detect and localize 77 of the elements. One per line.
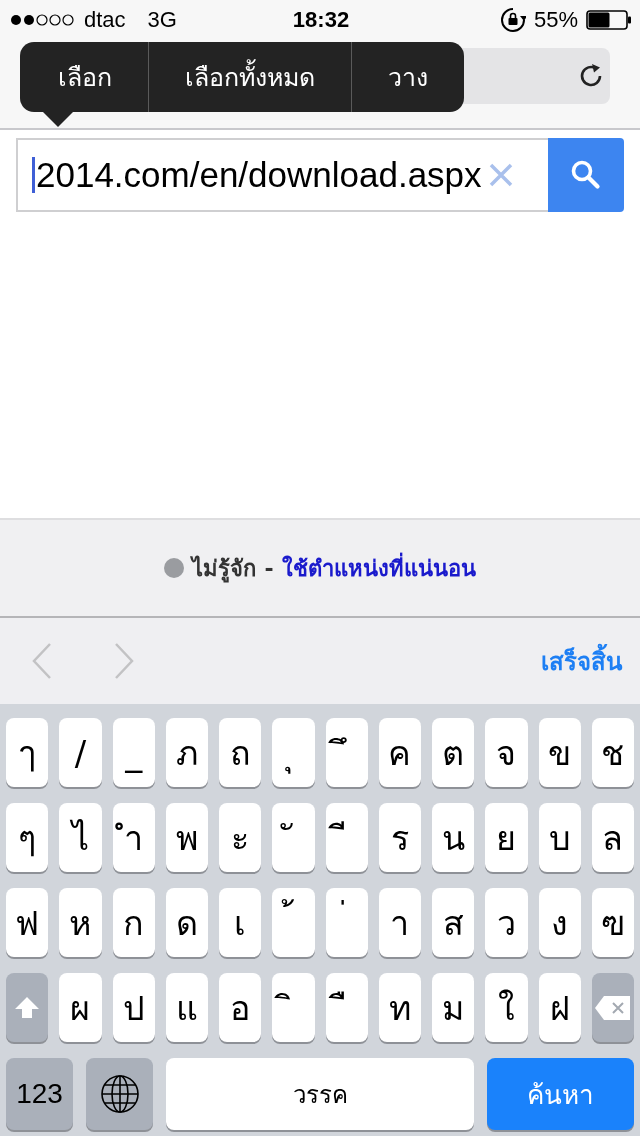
keyboard-key[interactable]: ข [538,718,581,787]
keyboard-key[interactable]: ร [378,803,421,872]
next-icon[interactable] [112,641,136,681]
battery-icon [586,10,632,30]
keyboard-key[interactable]: ฃ [591,888,634,957]
keyboard-key[interactable]: ช [591,718,634,787]
keyboard-key[interactable]: เ [219,888,262,957]
signal-icon [10,13,76,27]
keyboard-key[interactable]: ไ [59,803,102,872]
status-dot-icon [164,558,185,578]
keyboard-key[interactable]: ท [378,973,421,1042]
keyboard-key[interactable]: ด [165,888,208,957]
search-icon [569,158,603,192]
keyboard-key[interactable]: ๆ [6,803,49,872]
previous-icon[interactable] [30,641,54,681]
keyboard-key[interactable]: ง [538,888,581,957]
keyboard-key[interactable]: ๅ [6,718,49,787]
numbers-key[interactable]: 123 [6,1058,73,1130]
keyboard-key[interactable]: ผ [59,973,102,1042]
clock-time: 18:32 [292,7,350,33]
keyboard-key[interactable]: ฝ [538,973,581,1042]
menu-item[interactable]: วาง [351,42,464,112]
keyboard-key[interactable]: ุ [272,718,315,787]
keyboard-key[interactable]: แ [165,973,208,1042]
shift-icon [13,994,42,1021]
keyboard-key[interactable]: ส [432,888,475,957]
keyboard-key[interactable]: ่ [325,888,368,957]
globe-key[interactable] [86,1058,153,1130]
keyboard-key[interactable]: ย [485,803,528,872]
keyboard-key[interactable]: พ [165,803,208,872]
keyboard-key[interactable]: บ [538,803,581,872]
delete-key[interactable] [591,973,634,1042]
keyboard-key[interactable]: ม [432,973,475,1042]
keyboard-key[interactable]: ว [485,888,528,957]
keyboard-key[interactable]: _ [112,718,155,787]
rotation-lock-icon [499,7,526,33]
keyboard-key[interactable]: อ [219,973,262,1042]
keyboard-key[interactable]: ำ [112,803,155,872]
keyboard-key[interactable]: ล [591,803,634,872]
battery-percent: 55% [533,7,578,33]
keyboard-key[interactable]: า [378,888,421,957]
keyboard-key[interactable]: ป [112,973,155,1042]
network-type: 3G [147,7,177,33]
search-key[interactable]: ค้นหา [487,1058,634,1130]
keyboard-key[interactable]: ห [59,888,102,957]
keyboard-key[interactable]: ค [378,718,421,787]
keyboard-key[interactable]: ้ [272,888,315,957]
menu-item[interactable]: เลือก [20,42,148,112]
keyboard-key[interactable]: ี [325,803,368,872]
keyboard-key[interactable]: ภ [165,718,208,787]
keyboard-key[interactable]: ื [325,973,368,1042]
space-key[interactable]: วรรค [166,1058,474,1130]
keyboard-key[interactable]: น [432,803,475,872]
text-cursor [32,157,35,193]
delete-icon [593,994,632,1021]
globe-icon [99,1074,140,1114]
url-text: 2014.com/en/download.aspx [36,155,482,195]
url-field[interactable]: 2014.com/en/download.aspx [16,138,548,212]
clear-icon[interactable] [487,162,514,188]
search-button[interactable] [548,138,624,212]
keyboard-key[interactable]: จ [485,718,528,787]
keyboard-key[interactable]: / [59,718,102,787]
menu-item[interactable]: เลือกทั้งหมด [148,42,351,112]
keyboard-key[interactable]: ั [272,803,315,872]
shift-key[interactable] [6,973,49,1042]
keyboard-key[interactable]: ถ [219,718,262,787]
keyboard-key[interactable]: ะ [219,803,262,872]
keyboard-key[interactable]: ก [112,888,155,957]
keyboard-key[interactable]: ต [432,718,475,787]
keyboard-key[interactable]: ใ [485,973,528,1042]
keyboard-key[interactable]: ิ [272,973,315,1042]
location-status: ไม่รู้จัก [192,554,257,585]
keyboard-key[interactable]: ึ [325,718,368,787]
separator-dash: - [264,555,274,581]
keyboard-key[interactable]: ฟ [6,888,49,957]
carrier-name: dtac [84,7,126,33]
location-link[interactable]: ใช้ตำแหน่งที่แน่นอน [281,550,476,586]
